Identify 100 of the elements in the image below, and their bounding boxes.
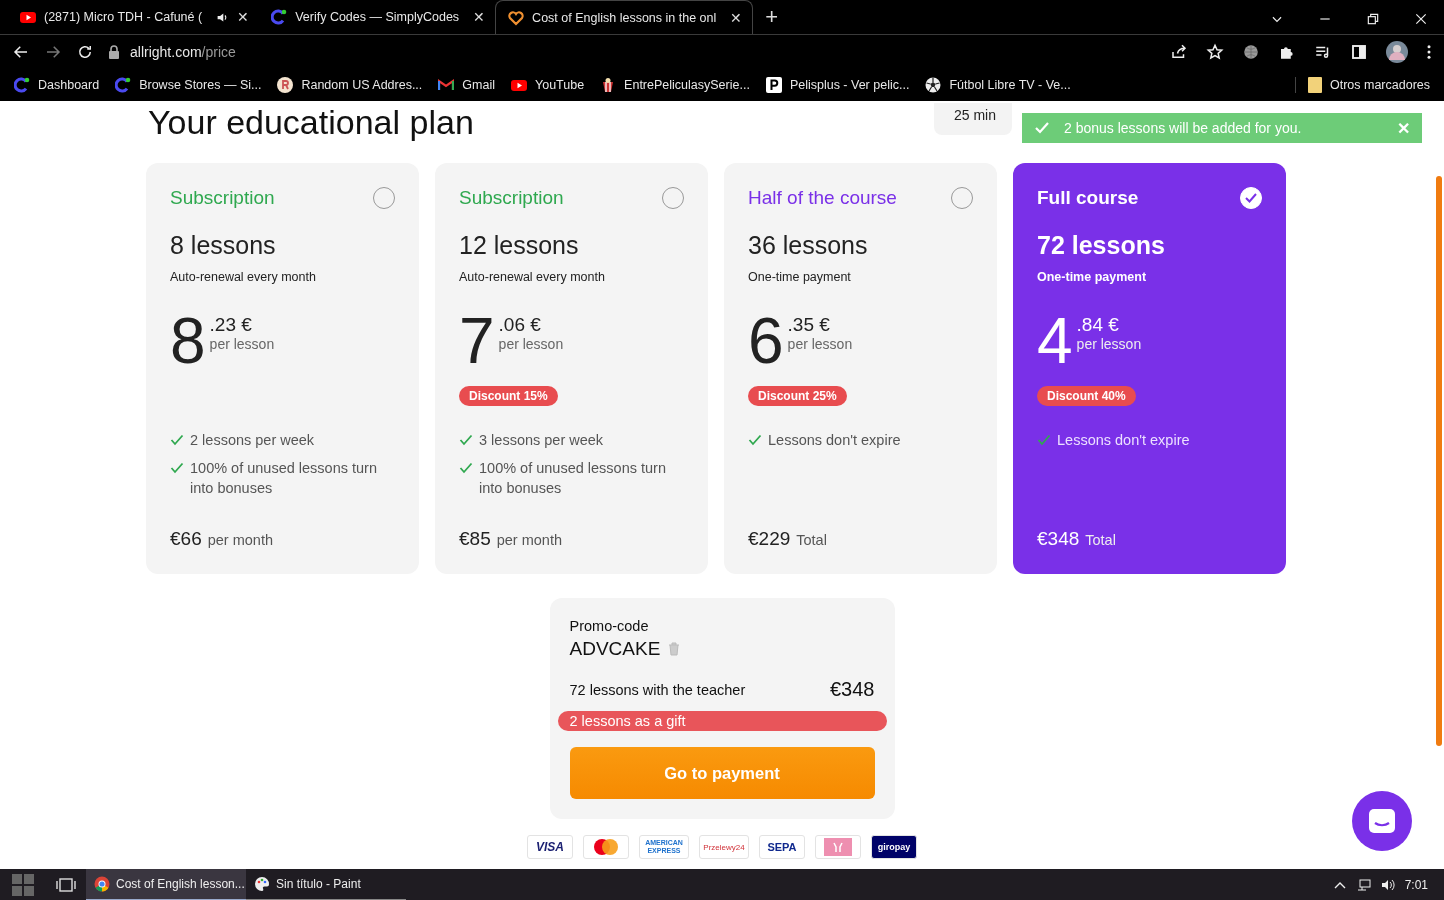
order-item: 72 lessons with the teacher: [569, 681, 746, 698]
lock-icon[interactable]: [108, 45, 120, 59]
check-icon: [459, 433, 473, 447]
share-icon[interactable]: [1170, 43, 1188, 61]
bookmark-item[interactable]: EntrePeliculasySerie...: [624, 78, 750, 92]
total-price: €348: [1037, 528, 1080, 550]
chat-button[interactable]: [1352, 791, 1412, 851]
close-tab-icon[interactable]: ✕: [237, 9, 250, 25]
clock-time: 7:01: [1404, 878, 1428, 892]
payment-type: Auto-renewal every month: [170, 270, 317, 284]
bookmark-item[interactable]: Random US Addres...: [301, 78, 423, 92]
toast-message: 2 bonus lessons will be added for you.: [1064, 120, 1303, 136]
c-logo-icon: [14, 77, 30, 93]
close-tab-icon[interactable]: ✕: [473, 9, 486, 25]
speaker-icon[interactable]: [1380, 878, 1395, 892]
globe-icon[interactable]: [1242, 43, 1260, 61]
price-integer: 6: [748, 312, 784, 370]
payment-type: One-time payment: [1037, 270, 1148, 284]
restore-icon[interactable]: [1366, 12, 1380, 26]
youtube-icon: [20, 9, 36, 25]
bookmark-item[interactable]: Browse Stores — Si...: [139, 78, 262, 92]
price-decimal: .35 €: [787, 314, 831, 336]
sepa-logo: SEPA: [759, 835, 805, 859]
price-unit: per lesson: [787, 336, 853, 352]
feature-text: 3 lessons per week: [479, 431, 604, 450]
total-label: Total: [796, 532, 827, 548]
feature-text: 100% of unused lessons turn into bonuses: [479, 459, 667, 498]
price-unit: per lesson: [1076, 336, 1142, 352]
youtube-icon: [511, 77, 527, 93]
page-title: Your educational plan: [148, 103, 474, 141]
browser-tab[interactable]: Verify Codes — SimplyCodes ✕: [259, 0, 496, 34]
total-price: €229: [748, 528, 791, 550]
duration-select[interactable]: 25 min: [933, 103, 1012, 135]
close-tab-icon[interactable]: ✕: [730, 9, 743, 26]
payment-type: One-time payment: [748, 270, 852, 284]
network-icon[interactable]: [1356, 878, 1371, 892]
price-decimal: .06 €: [498, 314, 542, 336]
gift-banner: 2 lessons as a gift: [557, 711, 887, 731]
bookmark-item[interactable]: YouTube: [535, 78, 585, 92]
close-icon[interactable]: [1414, 12, 1428, 26]
feature-text: 2 lessons per week: [190, 431, 315, 450]
plan-title: Full course: [1037, 187, 1139, 209]
przelewy24-logo: Przelewy24: [699, 835, 749, 859]
price-unit: per lesson: [209, 336, 275, 352]
plan-title: Half of the course: [748, 187, 897, 209]
total-label: per month: [207, 532, 273, 548]
price-decimal: .23 €: [209, 314, 253, 336]
feature-text: Lessons don't expire: [1057, 431, 1190, 450]
browser-tab[interactable]: (2871) Micro TDH - Cafuné ( ✕: [8, 0, 260, 34]
promo-label: Promo-code: [569, 618, 650, 634]
star-icon[interactable]: [1206, 43, 1224, 61]
chat-icon: [1367, 807, 1397, 835]
payment-type: Auto-renewal every month: [459, 270, 606, 284]
discount-badge: Discount 25%: [748, 386, 847, 406]
scrollbar[interactable]: [1436, 176, 1442, 746]
price-integer: 8: [170, 312, 206, 370]
p-letter-icon: [765, 77, 782, 93]
new-tab-button[interactable]: +: [765, 4, 779, 30]
folder-icon: [1307, 77, 1322, 93]
palette-icon: [254, 876, 270, 892]
check-icon: [748, 433, 762, 447]
tab-title: Cost of English lessons in the onl: [532, 10, 717, 25]
taskbar-app[interactable]: Cost of English lesson...: [86, 869, 246, 900]
bookmark-item[interactable]: Pelisplus - Ver pelic...: [789, 78, 910, 92]
forward-icon[interactable]: [44, 43, 62, 61]
check-icon: [170, 461, 184, 475]
feature-text: 100% of unused lessons turn into bonuses: [190, 459, 378, 498]
reload-icon[interactable]: [76, 43, 94, 61]
url-text[interactable]: allright.com/price: [130, 44, 236, 60]
lesson-count: 8 lessons: [170, 231, 277, 260]
sofort-logo: [815, 835, 861, 859]
lesson-count: 12 lessons: [459, 231, 580, 260]
mail-icon: [438, 77, 455, 93]
mastercard-logo: [583, 835, 629, 859]
check-icon: [170, 433, 184, 447]
sidebar-icon[interactable]: [1350, 43, 1368, 61]
chrome-icon: [94, 876, 110, 892]
c-logo-icon: [115, 77, 132, 93]
menu-icon[interactable]: [1426, 43, 1432, 61]
bookmark-item[interactable]: Fútbol Libre TV - Ve...: [949, 78, 1071, 92]
total-label: per month: [496, 532, 562, 548]
windows-icon[interactable]: [12, 874, 34, 896]
avatar-icon[interactable]: [1386, 41, 1408, 63]
check-icon: [1037, 433, 1051, 447]
bookmark-item[interactable]: Dashboard: [38, 78, 100, 92]
bookmark-folder[interactable]: Otros marcadores: [1329, 78, 1430, 92]
total-label: Total: [1085, 532, 1116, 548]
back-icon[interactable]: [12, 43, 30, 61]
check-icon: [1034, 120, 1050, 136]
taskbar-app[interactable]: Sin título - Paint: [246, 869, 406, 900]
check-icon: [459, 461, 473, 475]
price-unit: per lesson: [498, 336, 564, 352]
discount-badge: Discount 40%: [1037, 386, 1136, 406]
promo-code: ADVCAKE: [569, 638, 661, 660]
discount-badge: Discount 15%: [459, 386, 558, 406]
feature-text: Lessons don't expire: [768, 431, 901, 450]
bookmark-item[interactable]: Gmail: [462, 78, 495, 92]
browser-tab[interactable]: Cost of English lessons in the onl ✕: [495, 0, 754, 34]
task-view-icon[interactable]: [56, 878, 76, 892]
c-logo-icon: [271, 9, 288, 25]
